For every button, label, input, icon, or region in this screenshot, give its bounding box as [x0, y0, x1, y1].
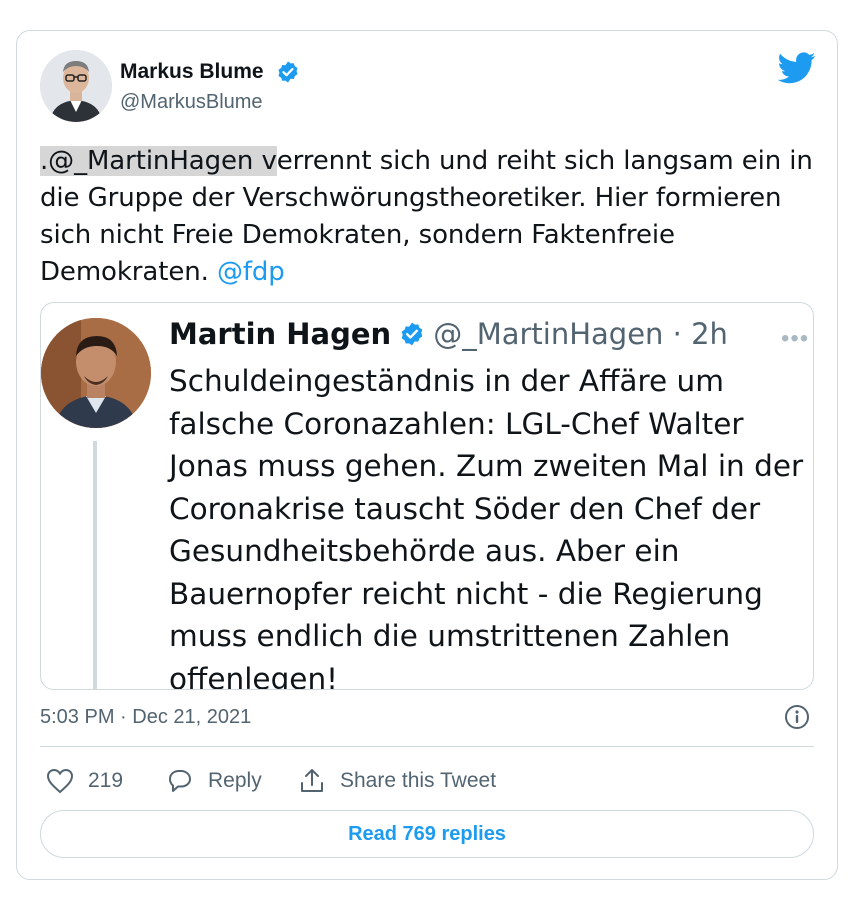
- info-icon[interactable]: [784, 704, 810, 730]
- tweet-mention-highlight[interactable]: .@_MartinHagen v: [40, 146, 277, 176]
- reply-label: Reply: [208, 769, 262, 792]
- heart-icon: [46, 768, 74, 794]
- author-avatar[interactable]: [40, 50, 112, 122]
- read-replies-button[interactable]: Read 769 replies: [40, 810, 814, 858]
- quoted-text: Schuldeingeständnis in der Affäre um fal…: [169, 364, 804, 690]
- quoted-author-name[interactable]: Martin Hagen: [169, 317, 391, 351]
- quoted-tweet[interactable]: Martin Hagen @_MartinHagen · 2h ••• Schul…: [40, 302, 814, 690]
- divider: [40, 746, 814, 747]
- share-upload-icon: [301, 769, 323, 792]
- like-button[interactable]: 219: [46, 766, 123, 796]
- speech-bubble-icon: [169, 770, 191, 792]
- share-button[interactable]: Share this Tweet: [298, 766, 496, 796]
- author-name[interactable]: Markus Blume: [120, 60, 264, 84]
- fdp-mention-link[interactable]: @fdp: [217, 257, 285, 287]
- more-options-icon[interactable]: •••: [781, 325, 809, 353]
- author-handle[interactable]: @MarkusBlume: [120, 91, 263, 114]
- tweet-text: .@_MartinHagen verrennt sich und reiht s…: [40, 143, 820, 291]
- thread-line: [93, 441, 97, 689]
- verified-badge-icon: [401, 322, 423, 346]
- quoted-time[interactable]: · 2h: [673, 317, 728, 351]
- like-count: 219: [88, 769, 124, 792]
- share-label: Share this Tweet: [340, 769, 497, 792]
- reply-button[interactable]: Reply: [166, 766, 262, 796]
- verified-badge-icon: [278, 61, 298, 83]
- quoted-author-avatar[interactable]: [41, 318, 151, 428]
- tweet-timestamp[interactable]: 5:03 PM · Dec 21, 2021: [40, 706, 251, 729]
- twitter-bird-icon[interactable]: [778, 52, 816, 84]
- quoted-header: Martin Hagen @_MartinHagen · 2h: [169, 317, 728, 351]
- quoted-author-handle[interactable]: @_MartinHagen: [433, 317, 663, 351]
